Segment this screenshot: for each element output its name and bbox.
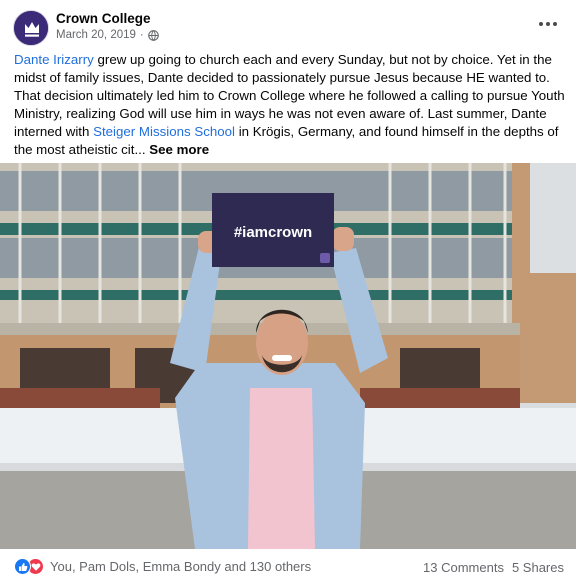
post-date[interactable]: March 20, 2019 <box>56 29 136 41</box>
shares-count[interactable]: 5 Shares <box>512 560 564 575</box>
more-options-icon[interactable] <box>536 14 560 34</box>
mention-dante-irizarry[interactable]: Dante Irizarry <box>14 52 94 67</box>
post-meta: March 20, 2019 · <box>56 29 159 41</box>
post-text: Dante Irizarry grew up going to church e… <box>14 51 566 160</box>
post-photo[interactable]: #iamcrown <box>0 163 576 549</box>
engagement-counts: 13 Comments 5 Shares <box>423 560 564 575</box>
photo-scene: #iamcrown <box>0 163 576 549</box>
sign-text: #iamcrown <box>234 224 312 241</box>
globe-icon <box>147 29 159 41</box>
see-more-link[interactable]: See more <box>149 142 209 157</box>
meta-separator: · <box>139 29 144 41</box>
like-icon <box>14 558 31 575</box>
page-avatar[interactable] <box>13 10 49 46</box>
page-name[interactable]: Crown College <box>56 11 151 26</box>
reactions-summary[interactable]: You, Pam Dols, Emma Bondy and 130 others <box>14 558 311 575</box>
crown-logo-icon <box>14 11 48 45</box>
post-header: Crown College March 20, 2019 · <box>0 0 576 50</box>
mention-steiger-missions-school[interactable]: Steiger Missions School <box>93 124 235 139</box>
comments-count[interactable]: 13 Comments <box>423 560 504 575</box>
post-footer: You, Pam Dols, Emma Bondy and 130 others… <box>0 549 576 583</box>
reactors-text[interactable]: You, Pam Dols, Emma Bondy and 130 others <box>50 559 311 574</box>
